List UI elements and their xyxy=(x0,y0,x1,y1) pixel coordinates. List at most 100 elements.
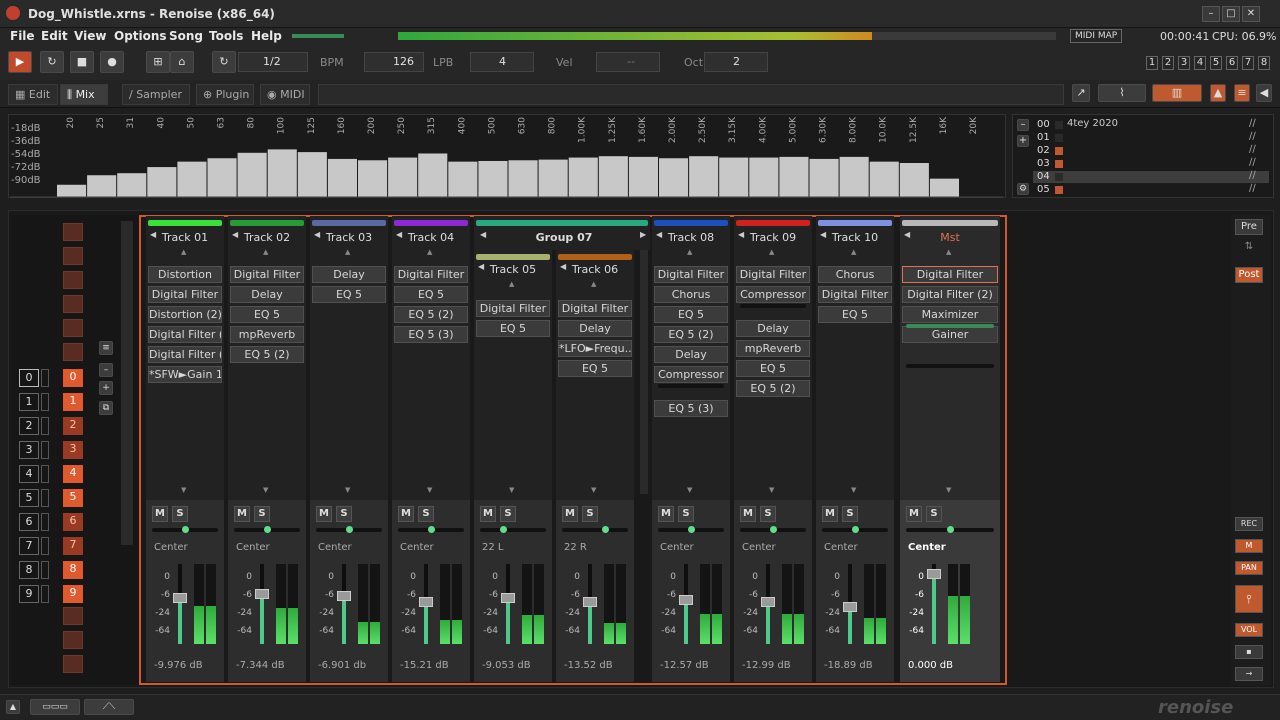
device-slot[interactable]: Digital Filter xyxy=(902,266,998,283)
close-button[interactable]: ✕ xyxy=(1242,6,1260,22)
solo-button[interactable]: S xyxy=(678,506,694,522)
solo-button[interactable]: S xyxy=(842,506,858,522)
pan-knob[interactable] xyxy=(947,526,954,533)
compressor-slider[interactable] xyxy=(658,384,724,388)
menu-file[interactable]: File xyxy=(10,29,35,43)
instrument-settings-icon[interactable]: ⚙ xyxy=(1017,183,1029,195)
gainer-slider[interactable] xyxy=(906,364,994,368)
volume-fader-track[interactable] xyxy=(342,564,346,644)
volume-fader-knob[interactable] xyxy=(583,597,597,608)
device-slot[interactable]: Digital Filter xyxy=(558,300,632,317)
device-slot[interactable]: Digital Filter xyxy=(736,266,810,283)
sequence-mute-toggle[interactable] xyxy=(41,513,49,531)
remove-instrument-button[interactable]: – xyxy=(1017,119,1029,131)
track-1-button[interactable]: 1 xyxy=(1146,56,1158,70)
mute-button[interactable]: M xyxy=(906,506,922,522)
device-slot[interactable]: EQ 5 xyxy=(736,360,810,377)
sequence-index[interactable]: 7 xyxy=(19,537,39,555)
track-5-button[interactable]: 5 xyxy=(1210,56,1222,70)
sequence-pattern-number[interactable]: 8 xyxy=(63,561,83,579)
tab-midi[interactable]: ◉ MIDI xyxy=(260,84,310,105)
device-slot[interactable]: EQ 5 xyxy=(818,306,892,323)
track-name[interactable]: Track 08 xyxy=(662,230,720,246)
add-sequence-button[interactable]: + xyxy=(99,381,113,395)
device-slot[interactable]: *LFO►Frequ... xyxy=(558,340,632,357)
sequence-mute-toggle[interactable] xyxy=(41,369,49,387)
track-8-button[interactable]: 8 xyxy=(1258,56,1270,70)
menu-options[interactable]: Options xyxy=(114,29,167,43)
device-slot[interactable]: Chorus xyxy=(654,286,728,303)
scroll-down-icon[interactable]: ▼ xyxy=(769,486,774,494)
sequence-slot[interactable] xyxy=(63,247,83,265)
scroll-up-icon[interactable]: ▲ xyxy=(591,280,596,288)
sequence-index[interactable]: 8 xyxy=(19,561,39,579)
volume-fader-knob[interactable] xyxy=(337,591,351,601)
mute-button[interactable]: M xyxy=(152,506,168,522)
scroll-down-icon[interactable]: ▼ xyxy=(946,486,951,494)
track-name[interactable]: Track 05 xyxy=(484,262,542,278)
compressor-slider[interactable] xyxy=(740,304,806,308)
bpm-field[interactable]: 126 xyxy=(364,52,424,72)
collapse-icon[interactable]: ▲ xyxy=(1210,84,1226,102)
track-name[interactable]: Track 09 xyxy=(744,230,802,246)
device-slot[interactable]: Compressor xyxy=(654,366,728,383)
scroll-up-icon[interactable]: ▲ xyxy=(509,280,514,288)
device-slot[interactable]: EQ 5 xyxy=(558,360,632,377)
mute-button[interactable]: M xyxy=(316,506,332,522)
sequence-mute-toggle[interactable] xyxy=(41,465,49,483)
mute-button[interactable]: M xyxy=(234,506,250,522)
sequence-index[interactable]: 1 xyxy=(19,393,39,411)
volume-fader-knob[interactable] xyxy=(927,568,941,579)
device-slot[interactable]: Distortion xyxy=(148,266,222,283)
device-slot[interactable]: EQ 5 (2) xyxy=(394,306,468,323)
sequence-mute-toggle[interactable] xyxy=(41,537,49,555)
solo-button[interactable]: S xyxy=(172,506,188,522)
scroll-down-icon[interactable]: ▼ xyxy=(263,486,268,494)
device-slot[interactable]: Digital Filter xyxy=(476,300,550,317)
scroll-up-icon[interactable]: ▲ xyxy=(687,248,692,256)
scroll-down-icon[interactable]: ▼ xyxy=(427,486,432,494)
rec-meter-button[interactable]: REC xyxy=(1235,517,1263,531)
volume-fader-knob[interactable] xyxy=(255,589,269,600)
scroll-up-icon[interactable]: ▲ xyxy=(263,248,268,256)
device-slot[interactable]: EQ 5 (2) xyxy=(654,326,728,343)
device-slot[interactable]: EQ 5 xyxy=(394,286,468,303)
sequence-index[interactable]: 5 xyxy=(19,489,39,507)
tab-edit[interactable]: ▦ Edit xyxy=(8,84,58,105)
volume-fader-track[interactable] xyxy=(506,564,510,644)
pan-knob[interactable] xyxy=(182,526,189,533)
scroll-up-icon[interactable]: ▲ xyxy=(946,248,951,256)
solo-button[interactable]: S xyxy=(418,506,434,522)
instrument-row[interactable]: 05 ∕∕ xyxy=(1033,183,1269,196)
add-instrument-button[interactable]: + xyxy=(1017,135,1029,147)
scroll-up-icon[interactable]: ▲ xyxy=(345,248,350,256)
device-slot[interactable]: Digital Filter xyxy=(394,266,468,283)
tab-plugin[interactable]: ⊕ Plugin xyxy=(196,84,254,105)
pan-knob[interactable] xyxy=(852,526,859,533)
device-slot[interactable]: mpReverb xyxy=(736,340,810,357)
instrument-row[interactable]: 01 ∕∕ xyxy=(1033,131,1269,144)
device-slot[interactable]: EQ 5 (3) xyxy=(394,326,468,343)
automation-icon[interactable]: ⟋⟍ xyxy=(84,699,134,715)
device-slot[interactable]: Digital Filter (3) xyxy=(148,346,222,363)
device-slot[interactable]: Chorus xyxy=(818,266,892,283)
volume-fader-knob[interactable] xyxy=(761,596,775,607)
track-name[interactable]: Track 02 xyxy=(238,230,296,246)
lpb-field[interactable]: 4 xyxy=(470,52,534,72)
loop-button[interactable]: ↻ xyxy=(40,51,64,73)
clone-sequence-icon[interactable]: ⧉ xyxy=(99,401,113,415)
octave-field[interactable]: 2 xyxy=(704,52,768,72)
sequence-mute-toggle[interactable] xyxy=(41,489,49,507)
solo-button[interactable]: S xyxy=(500,506,516,522)
master-volume-slider[interactable] xyxy=(292,34,344,38)
sequence-index[interactable]: 9 xyxy=(19,585,39,603)
scroll-down-icon[interactable]: ▼ xyxy=(509,486,514,494)
scope-view-icon[interactable]: ⌇ xyxy=(1098,84,1146,102)
maximizer-slider[interactable] xyxy=(906,324,994,328)
sequence-index[interactable]: 0 xyxy=(19,369,39,387)
sequence-pattern-number[interactable]: 3 xyxy=(63,441,83,459)
device-slot[interactable]: EQ 5 xyxy=(312,286,386,303)
sequence-pattern-number[interactable]: 2 xyxy=(63,417,83,435)
sequence-slot[interactable] xyxy=(63,607,83,625)
scroll-up-icon[interactable]: ▲ xyxy=(427,248,432,256)
